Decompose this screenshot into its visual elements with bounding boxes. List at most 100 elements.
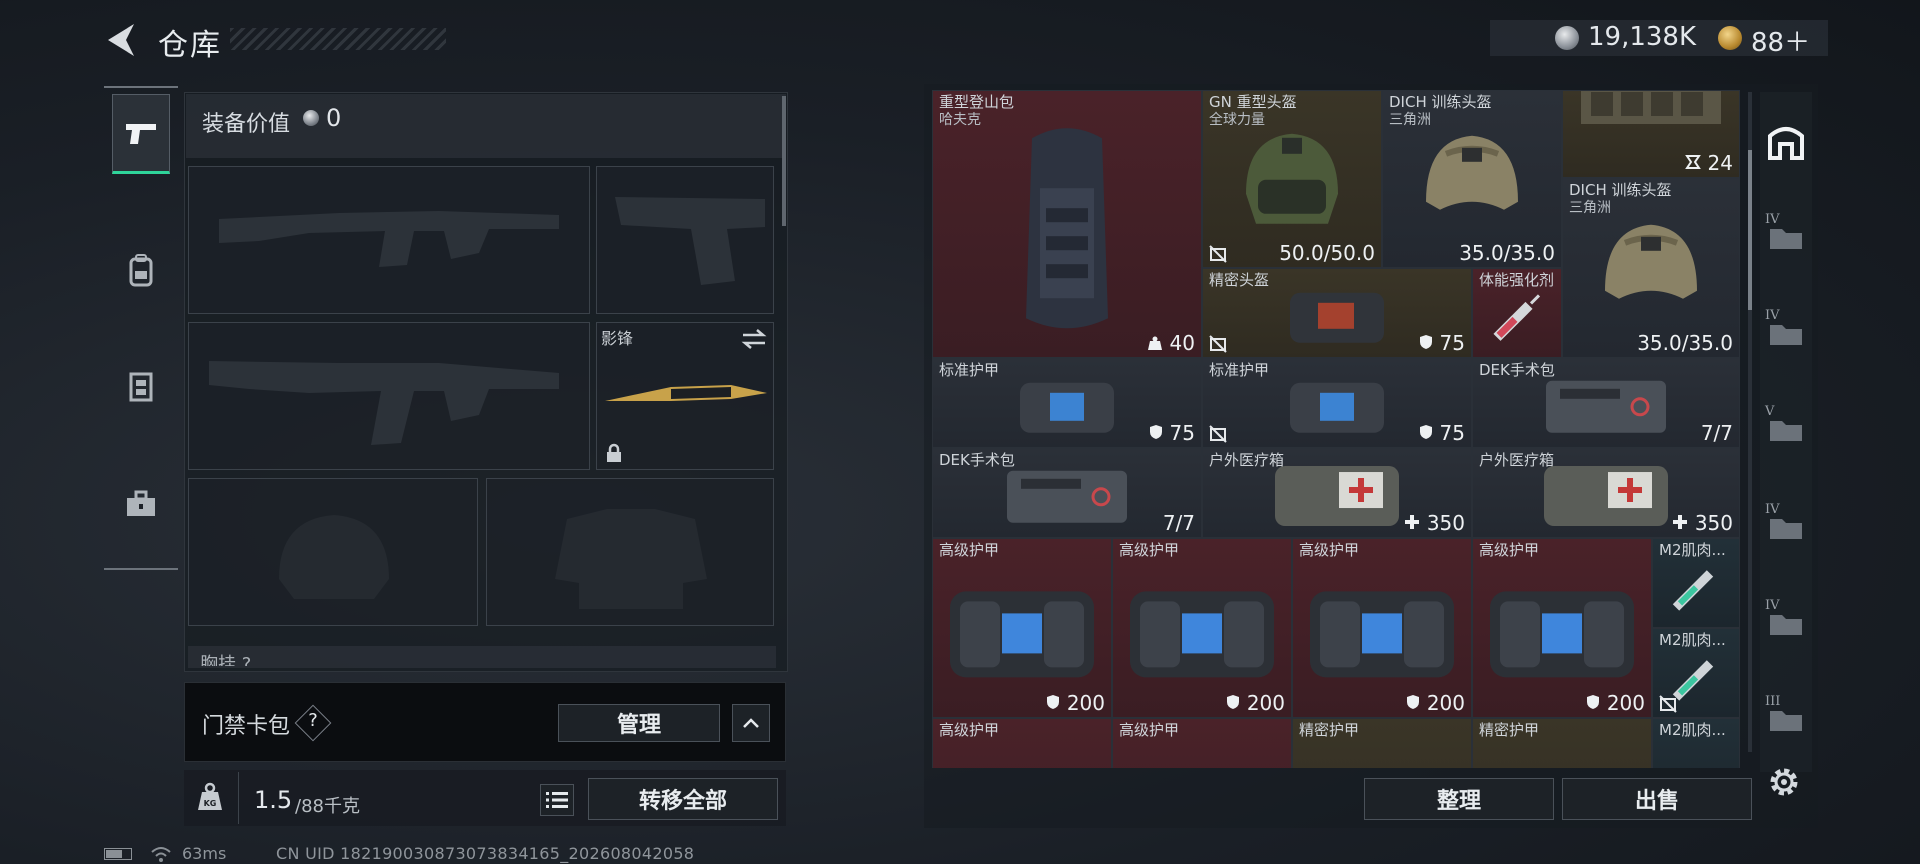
item-weight-stat: 40 [1147,331,1195,355]
backpack-icon [129,254,153,287]
advanced-armor-icon [950,591,1094,678]
toolbox-icon [127,490,155,516]
svg-text:KG: KG [204,799,217,808]
item-subtitle: 哈夫克 [939,112,981,128]
item-heal-value: 350 [1672,511,1733,535]
ammo-pack-icon [1581,91,1721,124]
equipment-scrollbar[interactable] [782,96,786,226]
keycard-label: 门禁卡包 [202,714,291,739]
stash-item[interactable]: DEK手术包 7/7 [932,448,1202,538]
stash-scrollbar-thumb[interactable] [1748,150,1752,310]
stash-item[interactable]: 高级护甲 [1112,718,1292,768]
primary-weapon-slot-2[interactable] [188,322,590,470]
collapse-button[interactable] [732,704,770,742]
sort-button[interactable]: 整理 [1364,778,1554,820]
stash-item[interactable]: 精密头盔 75 [1202,268,1472,358]
list-view-button[interactable] [540,784,574,816]
folder-key-icon [1770,229,1802,249]
helmet-slot[interactable] [188,478,478,626]
filter-tier-v[interactable]: V [1762,402,1810,458]
tab-rail-divider [104,568,178,570]
melee-slot[interactable]: 影锋 [596,322,774,470]
stash-item[interactable]: 高级护甲 200 [1292,538,1472,718]
chest-rig-row[interactable] [188,646,776,668]
stash-item[interactable]: 精密护甲 [1292,718,1472,768]
stash-item[interactable]: 标准护甲 75 [932,358,1202,448]
stash-item[interactable]: 重型登山包 哈夫克 40 [932,90,1202,358]
item-armor-value: 200 [1066,691,1105,715]
manage-button[interactable]: 管理 [558,704,720,742]
sell-button[interactable]: 出售 [1562,778,1752,820]
filter-tier-iv-4[interactable]: IV [1762,596,1810,652]
equipment-value: 0 [326,104,342,132]
surgery-kit-icon [1546,380,1666,433]
stash-item[interactable]: 高级护甲 200 [932,538,1112,718]
item-name: 高级护甲 [1479,541,1540,559]
item-durability: 200 [1406,691,1465,715]
stash-item[interactable]: DEK手术包 7/7 [1472,358,1740,448]
item-heal-value: 350 [1404,511,1465,535]
filter-tier-iv-2[interactable]: IV [1762,306,1810,362]
stash-item[interactable]: 户外医疗箱 350 [1472,448,1740,538]
primary-weapon-slot-1[interactable] [188,166,590,314]
weight-current: 1.5 [254,786,293,814]
item-durability: 200 [1586,691,1645,715]
stash-home-button[interactable] [1762,114,1810,170]
stash-item[interactable]: 高级护甲 200 [1472,538,1652,718]
tab-pouch[interactable] [112,464,170,544]
syringe-icon [1493,294,1541,341]
coin-icon [1555,26,1579,50]
back-button[interactable] [104,20,138,60]
item-durability: 75 [1419,331,1465,355]
stash-item[interactable]: M2肌肉... [1652,628,1740,718]
stash-item[interactable]: 体能强化剂 [1472,268,1562,358]
tab-chest-rig[interactable] [112,346,170,426]
stash-item[interactable]: M2肌肉... [1652,538,1740,628]
surgery-kit-icon [1007,470,1127,523]
stash-item[interactable]: GN 重型头盔 全球力量 50.0/50.0 [1202,90,1382,268]
item-heal-amount: 350 [1694,511,1733,535]
item-count-value: 24 [1707,151,1733,175]
stash-item[interactable]: 高级护甲 [932,718,1112,768]
stash-item[interactable]: 精密护甲 [1472,718,1652,768]
item-uses: 7/7 [1700,421,1733,445]
item-name: 精密护甲 [1479,721,1540,739]
backpack-item-icon [1026,128,1108,329]
tab-rail-divider [104,86,178,88]
tier-label: III [1765,694,1781,709]
swap-icon[interactable] [741,329,767,349]
no-insure-icon [1659,695,1677,713]
stash-item[interactable]: DICH 训练头盔 三角洲 35.0/35.0 [1562,178,1740,358]
stash-item[interactable]: 24 [1562,90,1740,178]
settings-button[interactable] [1764,762,1804,802]
weight-kg-icon: KG [198,782,222,810]
tab-backpack[interactable] [112,230,170,310]
page-title: 仓库 [158,28,222,63]
training-helmet-icon [1605,224,1697,299]
filter-tier-iv-3[interactable]: IV [1762,500,1810,556]
title-decoration [230,28,446,50]
armor-slot[interactable] [486,478,774,626]
pistol-slot[interactable] [596,166,774,314]
filter-tier-iii[interactable]: III [1762,692,1810,748]
stash-item[interactable]: M2肌肉... [1652,718,1740,768]
stash-item[interactable]: 高级护甲 200 [1112,538,1292,718]
item-name: 重型登山包 [939,93,1015,111]
tab-weapons[interactable] [112,94,170,174]
coin-balance: 19,138K [1588,22,1697,52]
item-durability: 200 [1046,691,1105,715]
stash-item[interactable]: 标准护甲 75 [1202,358,1472,448]
stash-item[interactable]: DICH 训练头盔 三角洲 35.0/35.0 [1382,90,1562,268]
filter-tier-iv-1[interactable]: IV [1762,210,1810,266]
stash-icon [1768,127,1804,160]
stash-item[interactable]: 户外医疗箱 350 [1202,448,1472,538]
knife-icon [605,385,767,401]
premium-currency-balance[interactable]: 88＋ [1751,22,1810,59]
lock-icon [607,443,621,462]
armor-bag-icon [1020,382,1114,433]
transfer-all-button[interactable]: 转移全部 [588,778,778,820]
injector-icon [1666,757,1726,768]
user-id: CN UID 1821900308730738341​65_2026080420… [276,844,695,863]
plus-icon [1673,515,1688,529]
item-count: 24 [1685,151,1733,175]
